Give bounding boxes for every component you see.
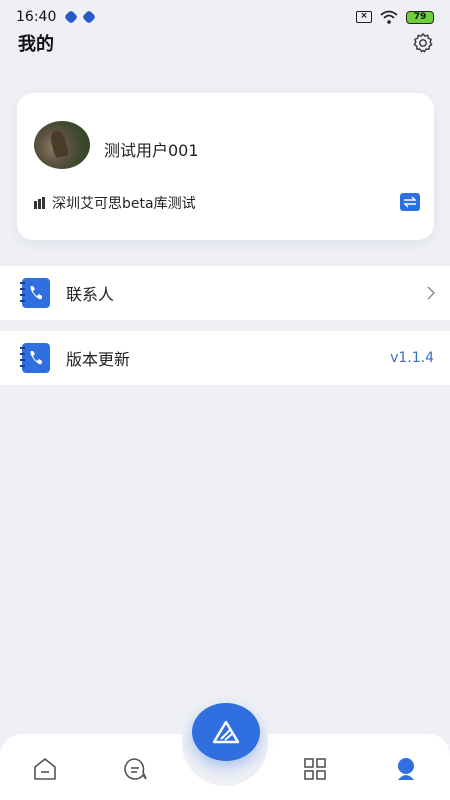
center-action-button[interactable] (192, 703, 260, 761)
menu-item-version-update[interactable]: 版本更新 v1.1.4 (0, 331, 450, 385)
page-header: 我的 (18, 30, 434, 56)
settings-gear-icon[interactable] (412, 32, 434, 54)
swap-arrows-icon (403, 196, 417, 208)
username: 测试用户001 (104, 141, 199, 160)
organization-name: 深圳艾可思beta库测试 (52, 196, 196, 212)
profile-tab-icon[interactable] (393, 756, 419, 782)
status-bar: 16:40 × 79 (0, 0, 450, 34)
home-tab-icon[interactable] (32, 756, 58, 782)
menu-item-contacts[interactable]: 联系人 (0, 266, 450, 320)
building-icon (34, 197, 45, 209)
status-right: × 79 (356, 10, 434, 24)
organization-row: 深圳艾可思beta库测试 (34, 193, 196, 213)
page-title: 我的 (18, 34, 54, 55)
switch-organization-button[interactable] (400, 193, 420, 211)
chevron-right-icon (427, 286, 435, 300)
version-update-label: 版本更新 (66, 350, 131, 369)
contacts-label: 联系人 (66, 285, 115, 304)
messages-tab-icon[interactable] (122, 756, 148, 782)
app-notification-icon (82, 9, 97, 25)
status-time: 16:40 (16, 9, 57, 25)
phone-book-icon (20, 278, 50, 308)
phone-book-icon (20, 343, 50, 373)
triangle-logo-icon (212, 720, 240, 744)
battery-icon: 79 (406, 10, 434, 24)
app-notification-icon (64, 9, 79, 25)
notification-icons (64, 9, 97, 25)
sim-off-icon: × (356, 11, 372, 23)
version-number: v1.1.4 (390, 350, 434, 366)
apps-grid-tab-icon[interactable] (302, 756, 328, 782)
wifi-icon (380, 10, 398, 24)
profile-card[interactable]: 测试用户001 深圳艾可思beta库测试 (17, 93, 434, 240)
avatar[interactable] (34, 121, 90, 169)
